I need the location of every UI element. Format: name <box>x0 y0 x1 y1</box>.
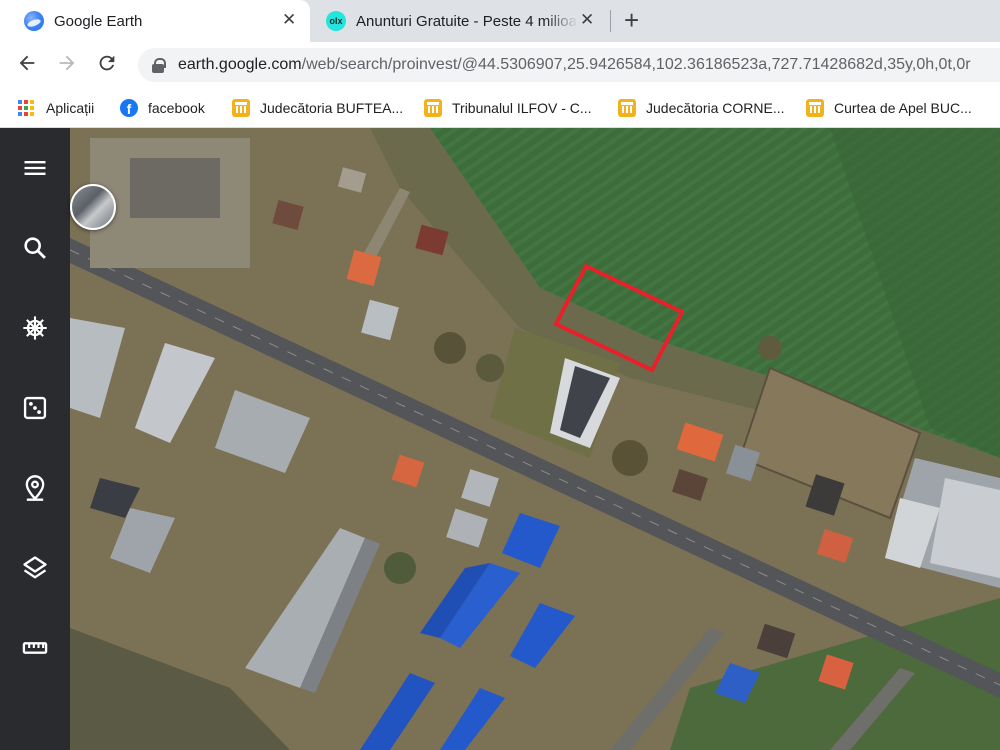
lock-icon[interactable] <box>152 57 166 73</box>
dice-icon[interactable] <box>17 390 53 426</box>
bookmark-tribunalul-ilfov[interactable]: Tribunalul ILFOV - C... <box>424 96 592 120</box>
map-pin-icon[interactable] <box>17 470 53 506</box>
bookmark-label: Judecătoria BUFTEA... <box>260 100 404 116</box>
tab-title: Google Earth <box>54 12 143 30</box>
tree <box>434 332 466 364</box>
reload-icon[interactable] <box>96 52 118 79</box>
tab-title: Anunturi Gratuite - Peste 4 milioane <box>356 12 578 30</box>
tab-google-earth[interactable]: Google Earth ✕ <box>0 0 310 42</box>
facebook-icon: f <box>120 99 138 117</box>
court-icon <box>618 99 636 117</box>
bookmark-judecatoria-corne[interactable]: Judecătoria CORNE... <box>618 96 785 120</box>
bookmark-label: Tribunalul ILFOV - C... <box>452 100 592 116</box>
olx-icon: olx <box>326 11 346 31</box>
tree <box>384 552 416 584</box>
street-view-thumbnail[interactable] <box>70 184 116 230</box>
satellite-map-view[interactable] <box>70 128 1000 750</box>
ruler-icon[interactable] <box>17 630 53 666</box>
tab-strip: Google Earth ✕ olx Anunturi Gratuite - P… <box>0 0 1000 42</box>
earth-sidebar <box>0 128 70 750</box>
tab-olx[interactable]: olx Anunturi Gratuite - Peste 4 milioane… <box>318 0 610 42</box>
bookmark-judecatoria-buftea[interactable]: Judecătoria BUFTEA... <box>232 96 403 120</box>
back-arrow-icon[interactable] <box>16 52 38 79</box>
address-bar[interactable]: earth.google.com/web/search/proinvest/@4… <box>138 48 1000 82</box>
bookmark-label: Aplicații <box>46 100 95 116</box>
url-host: earth.google.com <box>178 56 302 73</box>
voyager-wheel-icon[interactable] <box>17 310 53 346</box>
forward-arrow-icon[interactable] <box>56 52 78 79</box>
scrap-pile <box>130 158 220 218</box>
apps-grid-icon <box>18 100 34 116</box>
search-icon[interactable] <box>17 230 53 266</box>
google-earth-icon <box>24 11 44 31</box>
layers-icon[interactable] <box>17 550 53 586</box>
bookmark-label: Curtea de Apel BUC... <box>834 100 972 116</box>
tree <box>476 354 504 382</box>
new-tab-plus-icon[interactable]: + <box>624 6 639 34</box>
browser-toolbar: earth.google.com/web/search/proinvest/@4… <box>0 42 1000 88</box>
close-tab-icon[interactable]: ✕ <box>282 10 296 30</box>
tree <box>612 440 648 476</box>
bookmark-label: facebook <box>148 100 205 116</box>
bookmark-facebook[interactable]: f facebook <box>120 96 205 120</box>
bookmark-label: Judecătoria CORNE... <box>646 100 785 116</box>
bookmarks-bar: Aplicații f facebook Judecătoria BUFTEA.… <box>0 88 1000 128</box>
close-tab-icon[interactable]: ✕ <box>580 10 594 30</box>
hamburger-menu-icon[interactable] <box>17 150 53 186</box>
tree <box>758 336 782 360</box>
bookmark-apps[interactable]: Aplicații <box>18 96 94 120</box>
court-icon <box>806 99 824 117</box>
url-path: /web/search/proinvest/@44.5306907,25.942… <box>301 56 971 73</box>
court-icon <box>232 99 250 117</box>
tab-separator <box>610 10 611 32</box>
bookmark-curtea-de-apel[interactable]: Curtea de Apel BUC... <box>806 96 972 120</box>
court-icon <box>424 99 442 117</box>
